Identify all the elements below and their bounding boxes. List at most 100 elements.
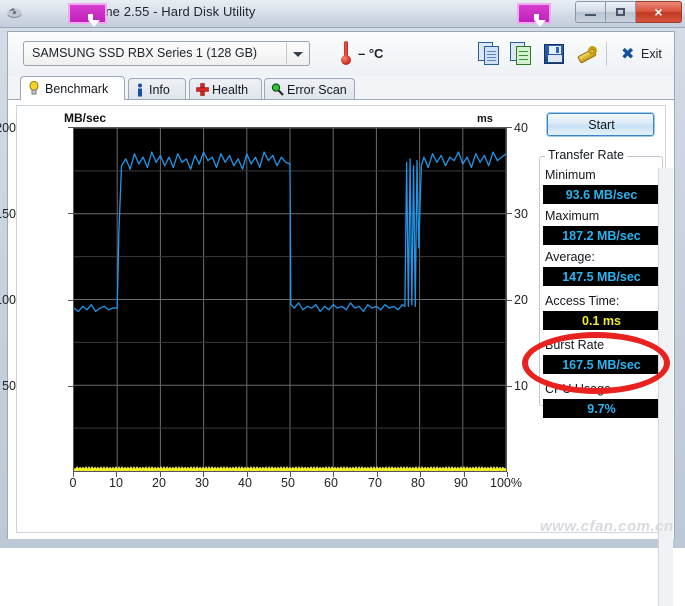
x-tick-50: 50 <box>281 476 295 490</box>
benchmark-chart: MB/sec ms 200 150 100 50 40 30 20 10 0 1… <box>0 111 528 526</box>
chart-plot-area <box>72 127 508 473</box>
options-button[interactable] <box>574 42 599 66</box>
maximum-label: Maximum <box>545 209 600 223</box>
cpu-usage-value: 9.7% <box>587 402 616 416</box>
x-icon: ✖ <box>621 46 635 63</box>
client-area: SAMSUNG SSD RBX Series 1 (128 GB) – °C ✖… <box>0 31 675 606</box>
average-value: 147.5 MB/sec <box>562 270 641 284</box>
magnifier-icon <box>271 83 284 96</box>
minimum-value-box: 93.6 MB/sec <box>543 185 658 204</box>
start-button-label: Start <box>588 118 615 132</box>
x-tick-mark <box>507 472 508 477</box>
x-tick-mark <box>376 472 378 477</box>
close-icon: × <box>654 4 663 20</box>
toolbar-separator <box>606 42 607 66</box>
tab-bar: Benchmark Info Health Error Scan <box>8 76 674 100</box>
minimum-value: 93.6 MB/sec <box>565 188 638 202</box>
x-tick-0: 0 <box>69 476 77 490</box>
temperature-value: – °C <box>358 46 384 61</box>
watermark: www.cfan.com.cn <box>540 518 674 535</box>
y2-tick-mark <box>507 385 512 387</box>
average-value-box: 147.5 MB/sec <box>543 267 658 286</box>
transfer-rate-group-title: Transfer Rate <box>545 148 627 162</box>
red-ellipse-annotation <box>522 332 670 394</box>
x-tick-mark <box>420 472 422 477</box>
y-tick-200: 200 <box>0 121 16 135</box>
y-tick-150: 150 <box>0 207 16 221</box>
hdtune-window: HD Tune 2.55 - Hard Disk Utility × SAMSU… <box>0 0 685 606</box>
y-tick-mark <box>68 213 73 215</box>
x-tick-mark <box>463 472 465 477</box>
tab-health[interactable]: Health <box>189 78 262 100</box>
y-tick-50: 50 <box>2 379 16 393</box>
y2-tick-mark <box>507 213 512 215</box>
download-arrow-icon <box>68 3 107 27</box>
maximum-value: 187.2 MB/sec <box>562 229 641 243</box>
x-tick-mark <box>159 472 161 477</box>
copy-image-button[interactable] <box>510 42 535 66</box>
y2-tick-mark <box>507 127 512 128</box>
tab-error-scan-label: Error Scan <box>287 83 347 97</box>
x-tick-mark <box>116 472 118 477</box>
exit-button[interactable]: ✖ Exit <box>621 42 671 66</box>
access-time-value-box: 0.1 ms <box>543 311 658 330</box>
drive-select-value: SAMSUNG SSD RBX Series 1 (128 GB) <box>32 46 258 60</box>
minimum-label: Minimum <box>545 168 596 182</box>
y-tick-mark <box>68 127 73 128</box>
minimize-button[interactable] <box>575 1 606 23</box>
x-tick-mark <box>246 472 248 477</box>
save-button[interactable] <box>542 42 567 66</box>
y-tick-100: 100 <box>0 293 16 307</box>
title-bar: HD Tune 2.55 - Hard Disk Utility × <box>0 0 685 28</box>
x-tick-60: 60 <box>324 476 338 490</box>
wrench-icon <box>576 45 597 64</box>
tab-info-label: Info <box>149 83 170 97</box>
x-tick-mark <box>203 472 205 477</box>
vertical-scrollbar[interactable] <box>658 168 673 606</box>
exit-button-label: Exit <box>641 47 662 61</box>
access-time-label: Access Time: <box>545 294 620 308</box>
x-tick-20: 20 <box>152 476 166 490</box>
toolbar: SAMSUNG SSD RBX Series 1 (128 GB) – °C ✖… <box>8 32 674 76</box>
tab-health-label: Health <box>212 83 249 97</box>
close-button[interactable]: × <box>636 1 682 23</box>
start-button[interactable]: Start <box>546 112 655 137</box>
x-tick-40: 40 <box>238 476 252 490</box>
chart-y2-axis-label: ms <box>477 113 493 125</box>
maximize-button[interactable] <box>606 1 636 23</box>
copy-button[interactable] <box>478 42 503 66</box>
x-tick-90: 90 <box>454 476 468 490</box>
y-tick-mark <box>68 299 73 301</box>
x-tick-80: 80 <box>411 476 425 490</box>
benchmark-panel: MB/sec ms 200 150 100 50 40 30 20 10 0 1… <box>0 99 674 606</box>
tab-error-scan[interactable]: Error Scan <box>264 78 355 100</box>
hdtune-app-icon <box>7 8 22 19</box>
average-label: Average: <box>545 250 595 264</box>
x-tick-70: 70 <box>368 476 382 490</box>
window-controls: × <box>575 1 682 23</box>
lightbulb-icon <box>29 81 39 95</box>
x-tick-100: 100% <box>490 476 522 490</box>
maximum-value-box: 187.2 MB/sec <box>543 226 658 245</box>
chart-canvas <box>72 127 508 473</box>
thermometer-icon <box>340 41 352 67</box>
x-tick-30: 30 <box>195 476 209 490</box>
panel-inner: MB/sec ms 200 150 100 50 40 30 20 10 0 1… <box>0 105 666 533</box>
info-icon <box>138 83 142 97</box>
download-arrow-icon-secondary <box>517 3 551 27</box>
y-tick-mark <box>68 385 73 387</box>
x-tick-mark <box>333 472 335 477</box>
x-tick-mark <box>290 472 291 477</box>
drive-select[interactable]: SAMSUNG SSD RBX Series 1 (128 GB) <box>23 41 310 66</box>
tab-info[interactable]: Info <box>128 78 186 100</box>
cpu-usage-value-box: 9.7% <box>543 399 658 418</box>
red-cross-icon <box>196 83 209 96</box>
tab-benchmark-label: Benchmark <box>45 82 109 96</box>
results-sidebar: Start Transfer Rate Minimum 93.6 MB/sec … <box>535 110 665 530</box>
x-tick-mark <box>73 472 74 477</box>
floppy-disk-icon <box>544 44 564 64</box>
tab-benchmark[interactable]: Benchmark <box>20 76 125 100</box>
chevron-down-icon[interactable] <box>286 43 308 64</box>
access-time-value: 0.1 ms <box>582 314 621 328</box>
chart-y-axis-label: MB/sec <box>64 111 107 125</box>
